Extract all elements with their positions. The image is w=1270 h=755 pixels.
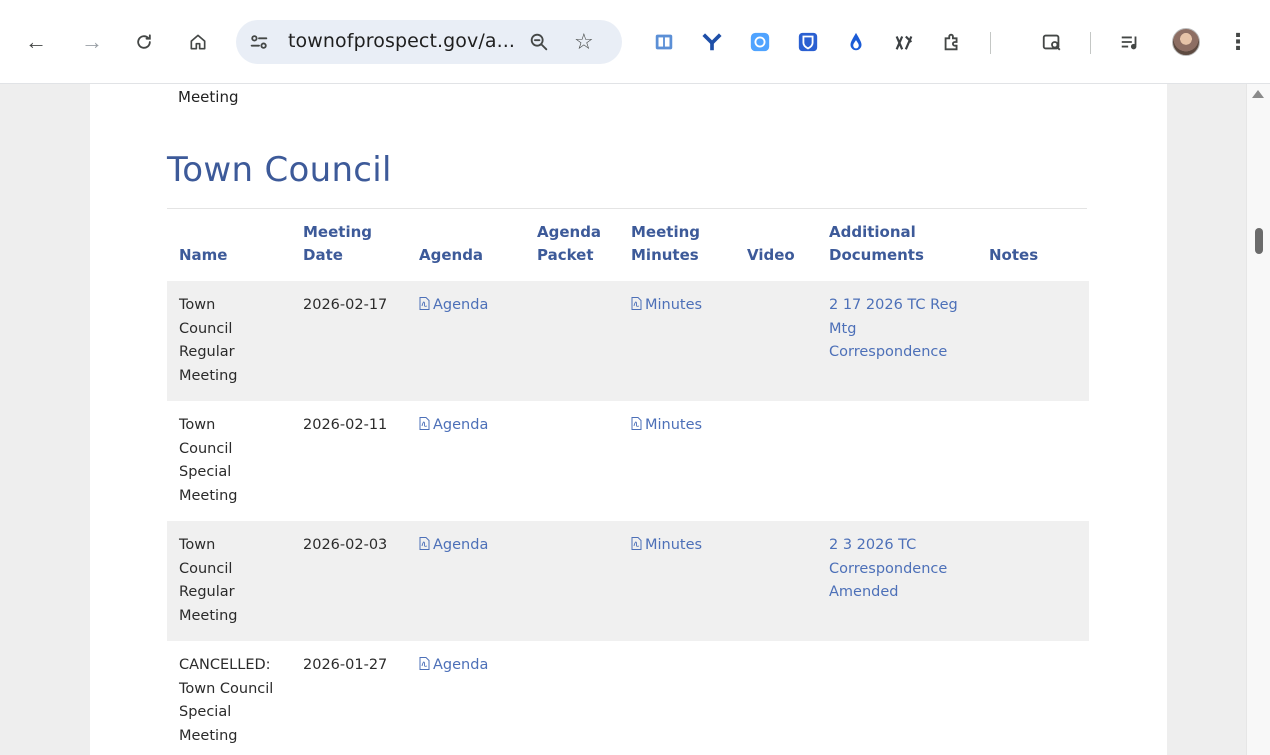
table-row: Town Council Regular Meeting 2026-02-17 … bbox=[167, 281, 1089, 401]
home-button[interactable] bbox=[182, 26, 214, 58]
minutes-cell: Minutes bbox=[619, 281, 735, 401]
home-icon bbox=[190, 34, 206, 50]
bookmark-star-icon[interactable]: ☆ bbox=[574, 29, 594, 55]
video-cell bbox=[735, 401, 817, 521]
notes-cell bbox=[977, 401, 1089, 521]
agenda-packet-cell bbox=[525, 281, 619, 401]
back-arrow-icon: ← bbox=[25, 29, 47, 54]
minutes-cell bbox=[619, 641, 735, 755]
documents-cell bbox=[817, 641, 977, 755]
column-header-notes: Notes bbox=[989, 246, 1039, 264]
address-bar[interactable]: townofprospect.gov/a... ☆ bbox=[236, 20, 622, 64]
agenda-packet-cell bbox=[525, 521, 619, 641]
column-header-meeting-date: Meeting Date bbox=[303, 223, 373, 264]
agenda-cell: Agenda bbox=[407, 401, 525, 521]
agenda-link[interactable]: Agenda bbox=[419, 297, 488, 313]
pdf-file-icon bbox=[631, 537, 642, 550]
pdf-file-icon bbox=[419, 657, 430, 670]
profile-avatar[interactable] bbox=[1172, 28, 1200, 56]
browser-menu-button[interactable]: ⋮ bbox=[1222, 26, 1254, 58]
meeting-date: 2026-02-03 bbox=[291, 521, 407, 641]
agenda-cell: Agenda bbox=[407, 521, 525, 641]
reload-icon bbox=[137, 34, 151, 49]
pdf-file-icon bbox=[419, 417, 430, 430]
agenda-cell: Agenda bbox=[407, 281, 525, 401]
documents-cell: 2 17 2026 TC Reg Mtg Correspondence bbox=[817, 281, 977, 401]
documents-cell bbox=[817, 401, 977, 521]
agenda-cell: Agenda bbox=[407, 641, 525, 755]
url-text[interactable]: townofprospect.gov/a... bbox=[288, 30, 515, 52]
page-viewport: Meeting Town Council Name Meeting Date A… bbox=[0, 84, 1246, 755]
meeting-date: 2026-01-27 bbox=[303, 657, 388, 673]
column-header-name: Name bbox=[179, 246, 228, 264]
table-row: Town Council Special Meeting 2026-02-11 … bbox=[167, 401, 1089, 521]
video-cell bbox=[735, 641, 817, 755]
y-extension-icon[interactable] bbox=[700, 30, 724, 54]
agenda-link[interactable]: Agenda bbox=[419, 537, 488, 553]
section-divider bbox=[167, 208, 1087, 209]
meeting-date: 2026-02-11 bbox=[303, 417, 388, 433]
zoom-icon[interactable] bbox=[528, 31, 550, 53]
forward-arrow-icon: → bbox=[81, 29, 103, 54]
toolbar-separator bbox=[1090, 32, 1091, 54]
scroll-up-arrow-icon[interactable] bbox=[1252, 90, 1264, 98]
bitwarden-icon[interactable] bbox=[796, 30, 820, 54]
agenda-packet-cell bbox=[525, 401, 619, 521]
column-header-meeting-minutes: Meeting Minutes bbox=[631, 223, 701, 264]
video-cell bbox=[735, 521, 817, 641]
meeting-name: Town Council Regular Meeting bbox=[167, 521, 291, 641]
meeting-date: 2026-02-17 bbox=[291, 281, 407, 401]
site-info-icon[interactable] bbox=[248, 31, 270, 53]
documents-cell: 2 3 2026 TC Correspondence Amended bbox=[817, 521, 977, 641]
minutes-link[interactable]: Minutes bbox=[631, 297, 702, 313]
browser-toolbar: ← → townofprospect.gov/a... ☆ ⋮ bbox=[0, 0, 1270, 84]
column-header-agenda: Agenda bbox=[419, 246, 484, 264]
media-controls-icon[interactable] bbox=[1118, 30, 1142, 54]
table-row: CANCELLED: Town Council Special Meeting … bbox=[167, 641, 1089, 755]
reader-icon[interactable] bbox=[652, 30, 676, 54]
minutes-link[interactable]: Minutes bbox=[631, 537, 702, 553]
column-header-video: Video bbox=[747, 246, 795, 264]
section-title: Town Council bbox=[167, 150, 392, 190]
minutes-cell: Minutes bbox=[619, 401, 735, 521]
forward-button[interactable]: → bbox=[76, 26, 108, 58]
additional-document-link[interactable]: 2 3 2026 TC Correspondence Amended bbox=[829, 534, 965, 605]
meeting-name: Town Council Regular Meeting bbox=[167, 281, 291, 401]
agenda-link[interactable]: Agenda bbox=[419, 657, 488, 673]
notes-cell bbox=[977, 641, 1089, 755]
no-track-icon[interactable] bbox=[892, 30, 916, 54]
additional-document-link[interactable]: 2 17 2026 TC Reg Mtg Correspondence bbox=[829, 294, 965, 365]
video-cell bbox=[735, 281, 817, 401]
minutes-cell: Minutes bbox=[619, 521, 735, 641]
previous-row-tail: Meeting bbox=[178, 88, 239, 106]
tab-search-icon[interactable] bbox=[1040, 30, 1064, 54]
raindrop-icon[interactable] bbox=[844, 30, 868, 54]
reload-button[interactable] bbox=[128, 26, 160, 58]
page-scrollbar[interactable] bbox=[1246, 84, 1270, 755]
agenda-link[interactable]: Agenda bbox=[419, 417, 488, 433]
pdf-file-icon bbox=[419, 537, 430, 550]
pdf-file-icon bbox=[419, 297, 430, 310]
meeting-name: CANCELLED: Town Council Special Meeting bbox=[179, 657, 274, 744]
page-content: Meeting Town Council Name Meeting Date A… bbox=[90, 84, 1167, 755]
grammarly-icon[interactable] bbox=[748, 30, 772, 54]
scrollbar-thumb[interactable] bbox=[1255, 228, 1263, 254]
back-button[interactable]: ← bbox=[20, 26, 52, 58]
table-header-row: Name Meeting Date Agenda Agenda Packet M… bbox=[167, 211, 1089, 281]
extensions-puzzle-icon[interactable] bbox=[940, 30, 964, 54]
notes-cell bbox=[977, 281, 1089, 401]
toolbar-separator bbox=[990, 32, 991, 54]
notes-cell bbox=[977, 521, 1089, 641]
column-header-agenda-packet: Agenda Packet bbox=[537, 223, 602, 264]
meetings-table: Name Meeting Date Agenda Agenda Packet M… bbox=[167, 211, 1089, 755]
column-header-additional-documents: Additional Documents bbox=[829, 223, 924, 264]
pdf-file-icon bbox=[631, 417, 642, 430]
agenda-packet-cell bbox=[525, 641, 619, 755]
meeting-name: Town Council Special Meeting bbox=[179, 417, 238, 504]
table-row: Town Council Regular Meeting 2026-02-03 … bbox=[167, 521, 1089, 641]
pdf-file-icon bbox=[631, 297, 642, 310]
kebab-menu-icon: ⋮ bbox=[1227, 29, 1249, 54]
minutes-link[interactable]: Minutes bbox=[631, 417, 702, 433]
